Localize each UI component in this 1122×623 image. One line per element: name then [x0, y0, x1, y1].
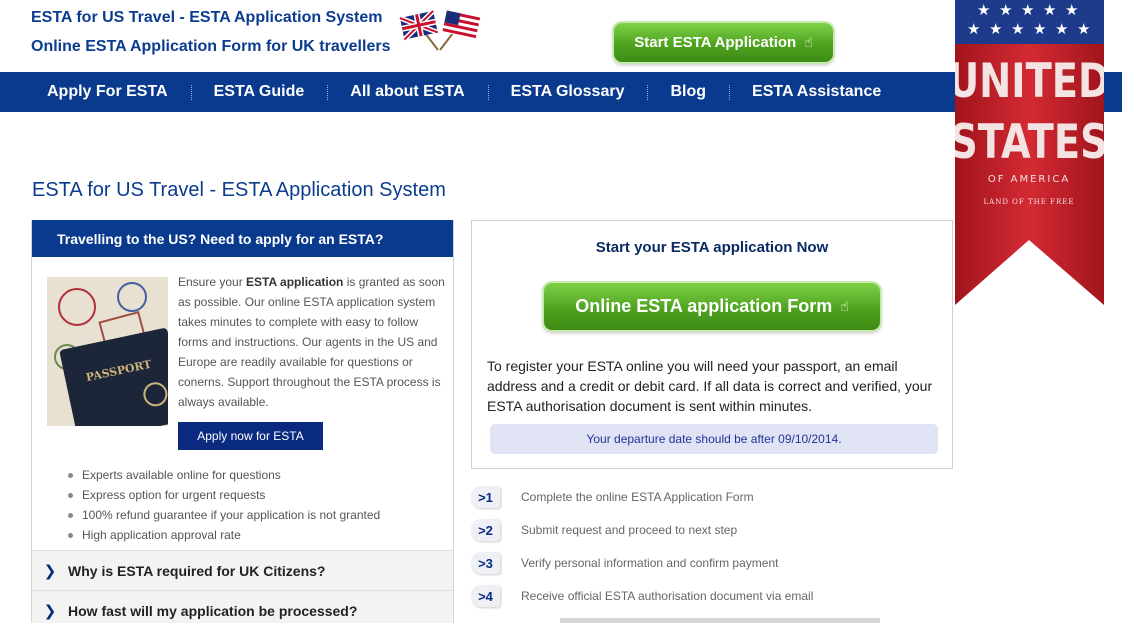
step-number-badge: >4 — [471, 585, 500, 607]
list-item: Experts available online for questions — [66, 465, 380, 485]
intro-text-start: Ensure your — [178, 275, 247, 289]
site-subtitle[interactable]: Online ESTA Application Form for UK trav… — [31, 38, 390, 56]
step-text: Receive official ESTA authorisation docu… — [521, 589, 814, 603]
svg-text:★: ★ — [1033, 20, 1046, 38]
banner-united-text: UNITED — [955, 54, 1104, 109]
svg-text:★: ★ — [989, 20, 1002, 38]
start-application-panel: Start your ESTA application Now To regis… — [471, 220, 953, 469]
online-esta-form-button[interactable]: Online ESTA application Form ☝ — [544, 283, 880, 330]
site-title[interactable]: ESTA for US Travel - ESTA Application Sy… — [31, 9, 382, 27]
intro-text-bold: ESTA application — [246, 275, 344, 289]
step-text: Submit request and proceed to next step — [521, 523, 738, 537]
start-button-label: Start ESTA Application — [634, 34, 797, 51]
apply-now-button[interactable]: Apply now for ESTA — [178, 422, 323, 450]
form-button-label: Online ESTA application Form — [575, 296, 833, 316]
step-item: >2 Submit request and proceed to next st… — [471, 518, 737, 542]
nav-esta-glossary[interactable]: ESTA Glossary — [487, 83, 648, 101]
esta-info-panel: Travelling to the US? Need to apply for … — [31, 220, 454, 623]
hand-cursor-icon: ☝ — [804, 34, 813, 50]
benefits-list: Experts available online for questions E… — [66, 465, 380, 545]
step-item: >3 Verify personal information and confi… — [471, 551, 778, 575]
nav-apply-for-esta[interactable]: Apply For ESTA — [24, 83, 191, 101]
banner-land-of-the-free-text: LAND OF THE FREE — [984, 198, 1075, 206]
chevron-right-icon: ❯ — [43, 562, 57, 580]
list-item: 100% refund guarantee if your applicatio… — [66, 505, 380, 525]
step-text: Verify personal information and confirm … — [521, 556, 779, 570]
step-item: >4 Receive official ESTA authorisation d… — [471, 584, 813, 608]
nav-esta-guide[interactable]: ESTA Guide — [190, 83, 328, 101]
intro-text-end: is granted as soon as possible. Our onli… — [178, 275, 445, 409]
info-panel-intro: Ensure your ESTA application is granted … — [178, 272, 450, 412]
start-esta-application-button[interactable]: Start ESTA Application ☝ — [614, 23, 833, 62]
passport-image: PASSPORT — [47, 277, 168, 426]
start-panel-description: To register your ESTA online you will ne… — [487, 358, 933, 414]
step-item: >1 Complete the online ESTA Application … — [471, 485, 754, 509]
page-title: ESTA for US Travel - ESTA Application Sy… — [32, 179, 446, 201]
banner-states-text: STATES — [955, 115, 1104, 170]
svg-text:★: ★ — [1011, 20, 1024, 38]
list-item: High application approval rate — [66, 525, 380, 545]
svg-text:★: ★ — [1065, 1, 1078, 19]
svg-text:★: ★ — [999, 1, 1012, 19]
start-panel-title: Start your ESTA application Now — [595, 239, 829, 256]
svg-text:★: ★ — [1021, 1, 1034, 19]
step-number-badge: >1 — [471, 486, 500, 508]
nav-esta-assistance[interactable]: ESTA Assistance — [729, 83, 904, 101]
nav-all-about-esta[interactable]: All about ESTA — [327, 83, 487, 101]
svg-text:★: ★ — [977, 1, 990, 19]
faq-how-fast-processed[interactable]: ❯ How fast will my application be proces… — [32, 590, 453, 623]
main-nav: Apply For ESTA ESTA Guide All about ESTA… — [0, 72, 1122, 112]
bottom-divider — [560, 618, 880, 623]
svg-text:★: ★ — [967, 20, 980, 38]
step-number-badge: >3 — [471, 552, 500, 574]
faq-why-esta-required[interactable]: ❯ Why is ESTA required for UK Citizens? — [32, 550, 453, 590]
faq-question: Why is ESTA required for UK Citizens? — [68, 562, 326, 579]
chevron-right-icon: ❯ — [43, 602, 57, 620]
departure-date-notice: Your departure date should be after 09/1… — [490, 424, 938, 454]
step-text: Complete the online ESTA Application For… — [521, 490, 754, 504]
uk-us-flags-icon — [399, 9, 481, 51]
nav-blog[interactable]: Blog — [647, 83, 729, 101]
list-item: Express option for urgent requests — [66, 485, 380, 505]
faq-question: How fast will my application be processe… — [68, 602, 358, 619]
info-panel-header: Travelling to the US? Need to apply for … — [32, 220, 453, 257]
hand-cursor-icon: ☝ — [840, 298, 849, 314]
united-states-banner: ★ ★ ★ ★ ★ ★ ★ ★ ★ ★ ★ UNITED STATES OF AMERICA LA… — [955, 0, 1104, 305]
step-number-badge: >2 — [471, 519, 500, 541]
svg-text:★: ★ — [1077, 20, 1090, 38]
svg-text:★: ★ — [1043, 1, 1056, 19]
banner-of-america-text: OF AMERICA — [988, 174, 1070, 185]
svg-text:★: ★ — [1055, 20, 1068, 38]
